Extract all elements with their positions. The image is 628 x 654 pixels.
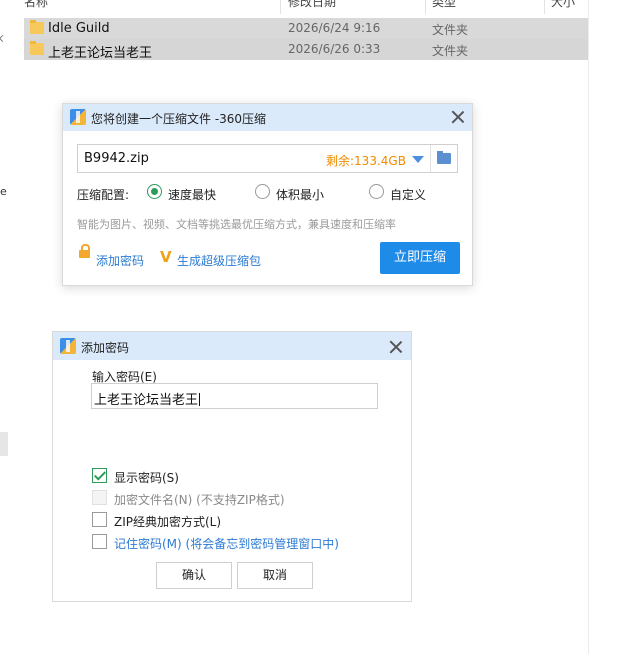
chevron-icon[interactable] — [0, 34, 7, 43]
v-badge-icon[interactable]: V — [160, 248, 172, 266]
ok-button[interactable]: 确认 — [156, 562, 232, 589]
password-dialog-titlebar[interactable]: 添加密码 — [53, 332, 411, 360]
remember-password-checkbox[interactable] — [92, 534, 107, 549]
show-password-checkbox[interactable] — [92, 468, 107, 483]
password-dialog-title: 添加密码 — [81, 341, 130, 355]
column-divider[interactable] — [544, 0, 545, 14]
cancel-button[interactable]: 取消 — [237, 562, 313, 589]
super-package-link[interactable]: 生成超级压缩包 — [177, 252, 261, 269]
compress-dialog-titlebar[interactable]: 您将创建一个压缩文件 -360压缩 — [63, 104, 472, 131]
radio-custom-label[interactable]: 自定义 — [390, 186, 426, 203]
add-password-link[interactable]: 添加密码 — [96, 252, 144, 269]
nav-pane-text: e — [0, 185, 7, 198]
close-icon[interactable] — [389, 340, 403, 354]
compress-dialog: 您将创建一个压缩文件 -360压缩 B9942.zip 剩余:133.4GB 压… — [62, 103, 473, 286]
column-divider[interactable] — [280, 0, 281, 14]
password-value: 上老王论坛当老王 — [94, 393, 201, 408]
radio-fastest-label[interactable]: 速度最快 — [168, 186, 216, 203]
archive-filename[interactable]: B9942.zip — [84, 151, 149, 166]
file-date: 2026/6/24 9:16 — [288, 21, 381, 35]
divider — [430, 145, 431, 172]
show-password-label[interactable]: 显示密码(S) — [114, 469, 179, 486]
password-input[interactable]: 上老王论坛当老王 — [91, 383, 378, 409]
radio-custom[interactable] — [369, 184, 384, 199]
folder-icon — [30, 20, 44, 34]
file-name: 上老王论坛当老王 — [48, 46, 153, 61]
radio-smallest[interactable] — [255, 184, 270, 199]
compress-hint: 智能为图片、视频、文档等挑选最优压缩方式，兼具速度和压缩率 — [77, 218, 396, 231]
nav-pane-scrollbar[interactable] — [0, 432, 8, 456]
file-type: 文件夹 — [432, 44, 469, 58]
compress-now-button[interactable]: 立即压缩 — [380, 242, 460, 274]
dropdown-arrow-icon[interactable] — [412, 156, 424, 163]
lock-icon[interactable] — [79, 244, 90, 258]
compress-config-label: 压缩配置: — [77, 188, 130, 202]
add-password-dialog: 添加密码 输入密码(E) 上老王论坛当老王 显示密码(S) 加密文件名(N) (… — [52, 331, 412, 602]
file-row[interactable]: 上老王论坛当老王 2026/6/26 0:33 文件夹 — [24, 39, 588, 61]
archive-path-input[interactable]: B9942.zip 剩余:133.4GB — [77, 144, 458, 173]
column-header-size[interactable]: 大小 — [551, 0, 575, 10]
encrypt-filenames-label: 加密文件名(N) (不支持ZIP格式) — [114, 493, 285, 507]
browse-folder-icon[interactable] — [437, 151, 451, 164]
free-space-label: 剩余:133.4GB — [326, 154, 406, 168]
column-divider[interactable] — [425, 0, 426, 14]
encrypt-filenames-checkbox — [92, 490, 107, 505]
pane-divider — [588, 0, 589, 654]
zip-classic-encryption-label[interactable]: ZIP经典加密方式(L) — [114, 513, 221, 530]
column-header-modified[interactable]: 修改日期 — [288, 0, 336, 10]
file-name: Idle Guild — [48, 21, 110, 36]
radio-smallest-label[interactable]: 体积最小 — [276, 186, 324, 203]
column-header-name[interactable]: 名称 — [24, 0, 48, 10]
file-type: 文件夹 — [432, 23, 469, 37]
file-row[interactable]: Idle Guild 2026/6/24 9:16 文件夹 — [24, 18, 588, 39]
close-icon[interactable] — [451, 110, 465, 124]
column-headers: 名称 修改日期 类型 大小 — [0, 0, 628, 16]
archive-app-icon — [60, 338, 76, 354]
radio-fastest[interactable] — [147, 184, 162, 199]
compress-dialog-title: 您将创建一个压缩文件 -360压缩 — [91, 112, 267, 126]
archive-app-icon — [70, 109, 86, 125]
column-header-type[interactable]: 类型 — [432, 0, 456, 10]
folder-icon — [30, 41, 44, 55]
zip-classic-encryption-checkbox[interactable] — [92, 512, 107, 527]
file-date: 2026/6/26 0:33 — [288, 42, 381, 56]
remember-password-label[interactable]: 记住密码(M) (将会备忘到密码管理窗口中) — [114, 535, 339, 552]
